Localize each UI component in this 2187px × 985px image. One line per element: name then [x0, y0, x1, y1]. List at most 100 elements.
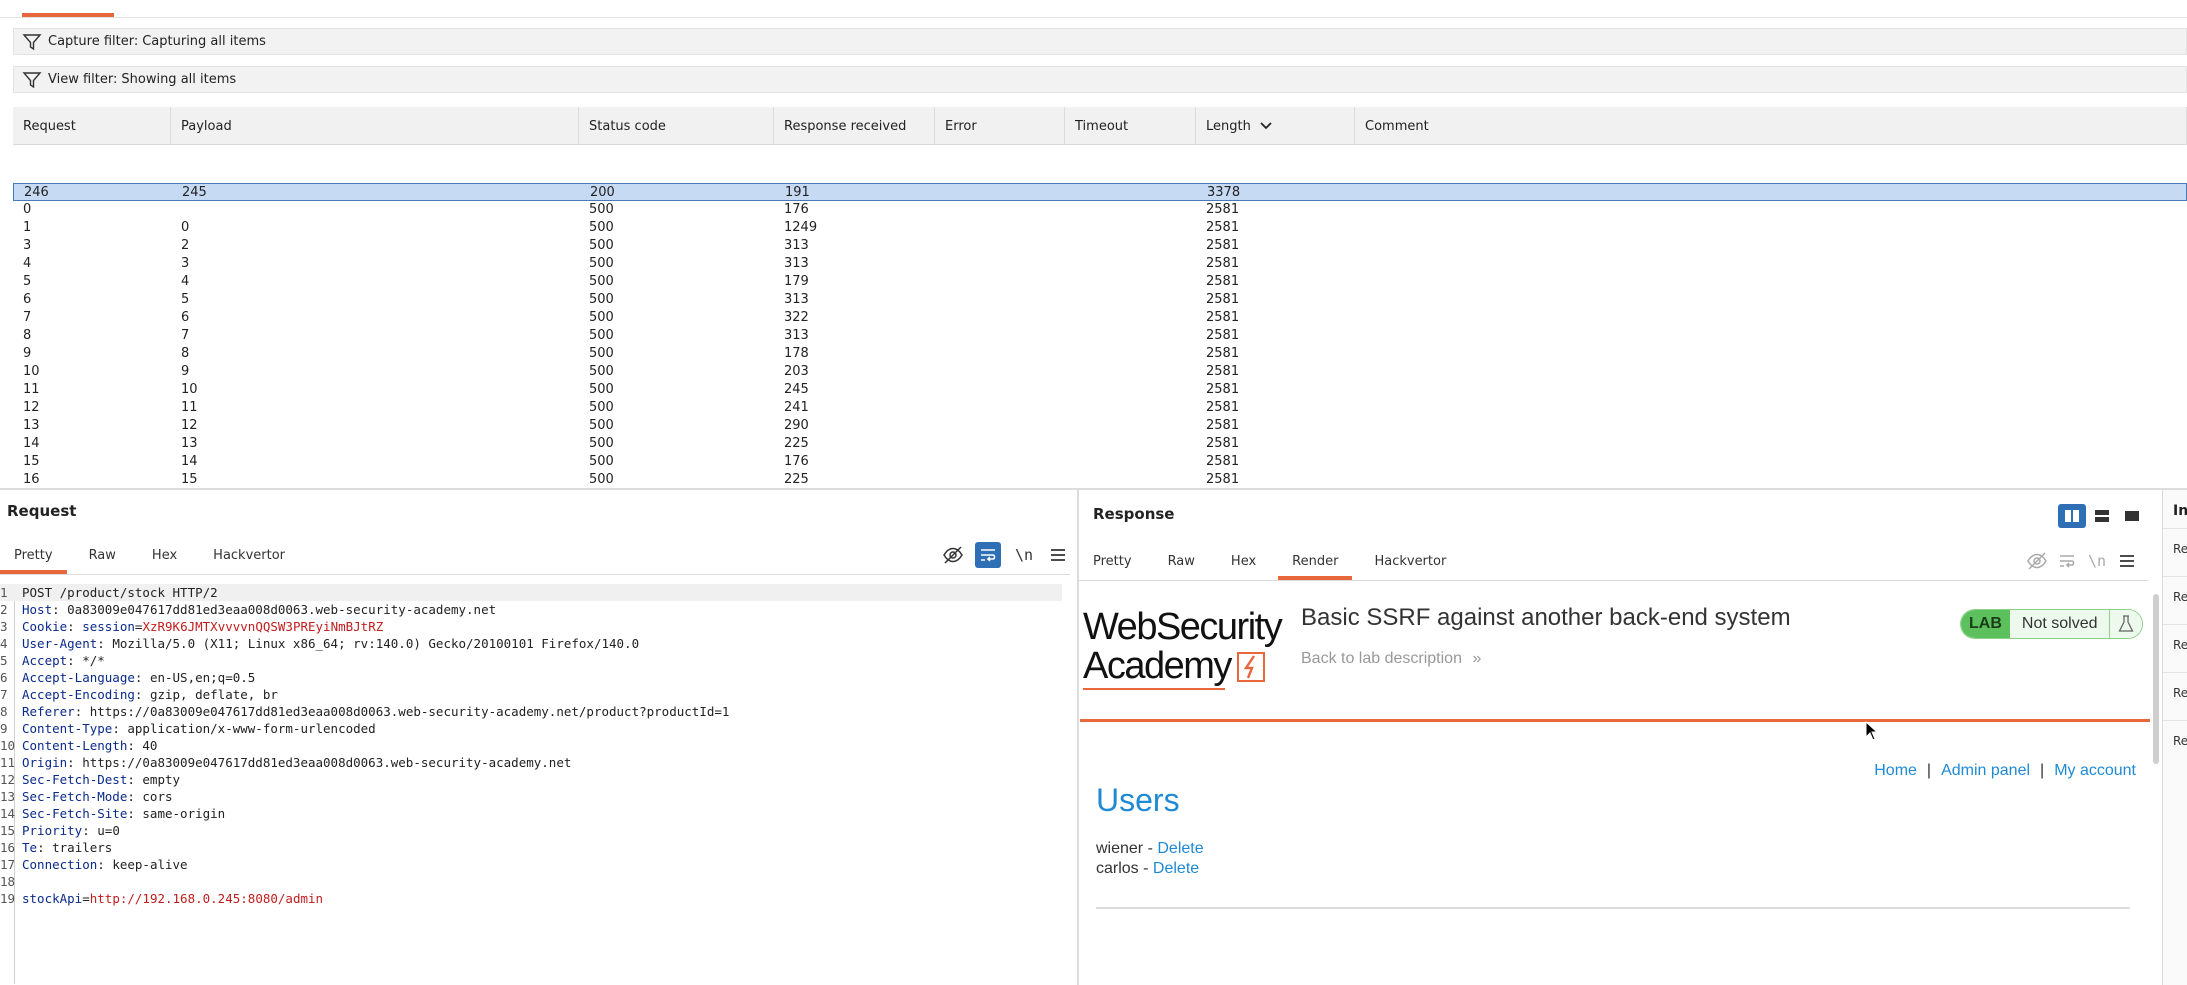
top-tab-bar	[0, 0, 2187, 18]
lab-badge-label: LAB	[1961, 610, 2010, 638]
table-row[interactable]: 246 245 200 191 3378	[13, 183, 2187, 201]
code-token: Referer	[22, 704, 75, 719]
table-cell: 6	[181, 310, 190, 325]
table-cell: 246	[24, 185, 49, 200]
view-filter-bar[interactable]: View filter: Showing all items	[13, 66, 2187, 93]
line-text: Connection: keep-alive	[22, 856, 188, 873]
code-line: 5 Accept: */*	[0, 652, 1062, 669]
column-header-status-code[interactable]: Status code	[579, 107, 774, 145]
table-cell: 2581	[1206, 256, 1240, 271]
delete-user-link[interactable]: Delete	[1157, 840, 1203, 857]
table-cell: 200	[590, 185, 615, 200]
line-number: 12	[0, 772, 16, 787]
line-text: Sec-Fetch-Dest: empty	[22, 771, 180, 788]
column-header-comment[interactable]: Comment	[1355, 107, 2187, 145]
table-cell: 2581	[1206, 400, 1240, 415]
table-row[interactable]: 14 13 500 225 2581	[13, 435, 2187, 453]
table-row[interactable]: 5 4 500 179 2581	[13, 273, 2187, 291]
inspector-section[interactable]: Re	[2163, 672, 2187, 712]
column-header-length[interactable]: Length	[1196, 107, 1355, 145]
table-row[interactable]: 4 3 500 313 2581	[13, 255, 2187, 273]
response-tab-raw[interactable]: Raw	[1154, 544, 1209, 580]
table-row[interactable]: 8 7 500 313 2581	[13, 327, 2187, 345]
table-row[interactable]: 1 0 500 1249 2581	[13, 219, 2187, 237]
table-row[interactable]: 15 14 500 176 2581	[13, 453, 2187, 471]
line-text: Accept-Language: en-US,en;q=0.5	[22, 669, 255, 686]
capture-filter-bar[interactable]: Capture filter: Capturing all items	[13, 28, 2187, 55]
request-tab-pretty[interactable]: Pretty	[0, 538, 67, 574]
column-header-request[interactable]: Request	[13, 107, 171, 145]
table-cell: 0	[181, 220, 190, 235]
layout-stacked-icon[interactable]	[2088, 504, 2116, 528]
inspector-section[interactable]: Re	[2163, 624, 2187, 664]
render-scrollbar-thumb[interactable]	[2153, 594, 2159, 764]
hide-nonprintable-icon[interactable]	[940, 542, 966, 568]
table-cell: 500	[589, 328, 614, 343]
table-row[interactable]: 13 12 500 290 2581	[13, 417, 2187, 435]
response-tab-hex[interactable]: Hex	[1217, 544, 1270, 580]
layout-side-by-side-icon[interactable]	[2058, 504, 2086, 528]
table-row[interactable]: 16 15 500 225 2581	[13, 471, 2187, 484]
response-tab-render[interactable]: Render	[1278, 544, 1353, 580]
code-token: : https://0a83009e047617dd81ed3eaa008d00…	[67, 755, 572, 770]
code-token: Te	[22, 840, 38, 855]
response-tab-pretty[interactable]: Pretty	[1079, 544, 1146, 580]
menu-icon[interactable]	[1045, 542, 1071, 568]
table-row[interactable]: 12 11 500 241 2581	[13, 399, 2187, 417]
delete-user-link[interactable]: Delete	[1153, 860, 1199, 877]
table-row[interactable]: 10 9 500 203 2581	[13, 363, 2187, 381]
request-tab-hackvertor[interactable]: Hackvertor	[199, 538, 299, 574]
nav-link-my-account[interactable]: My account	[2054, 762, 2136, 780]
request-editor[interactable]: 1 POST /product/stock HTTP/2 2 Host: 0a8300…	[0, 584, 1062, 907]
nav-link-home[interactable]: Home	[1874, 762, 1917, 780]
menu-icon[interactable]	[2114, 548, 2140, 574]
view-filter-value: Showing all items	[121, 72, 237, 87]
table-cell: 10	[23, 364, 40, 379]
column-header-error[interactable]: Error	[935, 107, 1065, 145]
line-number: 5	[0, 653, 8, 668]
back-to-lab-link[interactable]: Back to lab description »	[1301, 650, 1481, 668]
word-wrap-icon[interactable]	[975, 542, 1001, 568]
code-token: http://192.168.0.245:8080/admin	[89, 891, 324, 906]
table-row[interactable]: 3 2 500 313 2581	[13, 237, 2187, 255]
code-token: : application/x-www-form-urlencoded	[112, 721, 376, 736]
code-token: session	[82, 619, 135, 634]
nav-link-admin-panel[interactable]: Admin panel	[1941, 762, 2030, 780]
table-cell: 6	[23, 292, 32, 307]
table-cell: 0	[23, 202, 32, 217]
request-tab-hex[interactable]: Hex	[138, 538, 191, 574]
newline-toggle-icon[interactable]: \n	[2084, 548, 2110, 574]
code-token: Origin	[22, 755, 68, 770]
user-separator: -	[1138, 860, 1153, 877]
table-row[interactable]: 6 5 500 313 2581	[13, 291, 2187, 309]
line-number: 1	[0, 585, 8, 600]
table-cell: 179	[784, 274, 809, 289]
column-header-label: Length	[1206, 118, 1251, 134]
newline-toggle-icon[interactable]: \n	[1011, 542, 1037, 568]
inspector-section[interactable]: Re	[2163, 720, 2187, 760]
table-row[interactable]: 7 6 500 322 2581	[13, 309, 2187, 327]
response-tab-hackvertor[interactable]: Hackvertor	[1360, 544, 1460, 580]
line-number: 2	[0, 602, 8, 617]
table-row[interactable]: 11 10 500 245 2581	[13, 381, 2187, 399]
column-header-timeout[interactable]: Timeout	[1065, 107, 1196, 145]
table-cell: 500	[589, 256, 614, 271]
hide-nonprintable-icon[interactable]	[2024, 548, 2050, 574]
line-text: Te: trailers	[22, 839, 112, 856]
table-cell: 245	[182, 185, 207, 200]
layout-single-icon[interactable]	[2118, 504, 2146, 528]
table-cell: 2581	[1206, 310, 1240, 325]
inspector-section[interactable]: Re	[2163, 576, 2187, 616]
line-text: Origin: https://0a83009e047617dd81ed3eaa…	[22, 754, 571, 771]
inspector-section[interactable]: Re	[2163, 528, 2187, 568]
render-scrollbar[interactable]	[2152, 590, 2160, 985]
word-wrap-icon[interactable]	[2054, 548, 2080, 574]
code-token: : u=0	[82, 823, 120, 838]
mouse-cursor-icon	[1865, 721, 1879, 741]
table-row[interactable]: 0 500 176 2581	[13, 201, 2187, 219]
table-row[interactable]: 9 8 500 178 2581	[13, 345, 2187, 363]
column-header-payload[interactable]: Payload	[171, 107, 579, 145]
request-tab-raw[interactable]: Raw	[75, 538, 130, 574]
table-cell: 9	[23, 346, 32, 361]
column-header-response-received[interactable]: Response received	[774, 107, 935, 145]
